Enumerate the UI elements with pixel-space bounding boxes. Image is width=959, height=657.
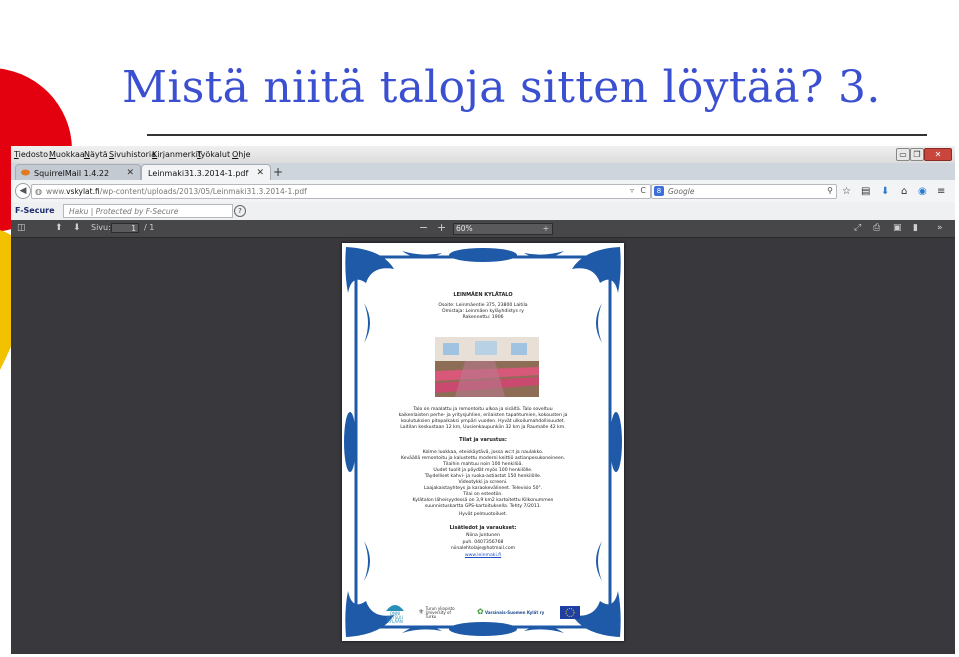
facilities-heading: Tilat ja varustus: (459, 437, 507, 443)
url-text: www.vskylat.fi/wp-content/uploads/2013/0… (46, 187, 307, 196)
contact-heading: Lisätiedot ja varaukset: (449, 525, 517, 531)
menu-history[interactable]: Sivuhistoria (109, 150, 156, 159)
bookmarks-list-icon[interactable]: ▤ (861, 186, 870, 197)
search-engine-label: Google (668, 187, 695, 196)
home-icon[interactable]: ⌂ (901, 186, 907, 197)
previous-page-icon[interactable]: ⬆ (55, 223, 63, 233)
help-icon[interactable]: ? (234, 205, 246, 217)
bookmark-star-icon[interactable]: ☆ (842, 186, 851, 197)
zoom-in-button[interactable]: + (437, 221, 446, 234)
doc-title: LEINMÄEN KYLÄTALO (453, 292, 513, 298)
facility-line: suunnistuskartta GPS-kartoituksella. Teh… (424, 504, 542, 509)
presentation-mode-icon[interactable]: ⤢ (854, 223, 861, 233)
download-icon[interactable]: ⬇ (881, 186, 889, 197)
bookmark-icon[interactable]: ▮ (913, 223, 918, 233)
menu-bookmarks[interactable]: Kirjanmerkit (152, 150, 201, 159)
globe-icon: ◍ (35, 187, 42, 196)
onni-logo-mark (386, 605, 404, 611)
skype-icon[interactable]: ◉ (918, 186, 927, 197)
hall-photo (435, 337, 539, 397)
pdf-page: LEINMÄEN KYLÄTALO Osoite: Leinmäentie 37… (342, 243, 624, 641)
browser-screenshot: Tiedosto Muokkaa Näytä Sivuhistoria Kirj… (11, 146, 955, 654)
navigation-bar: ◀ ◍ www.vskylat.fi/wp-content/uploads/20… (11, 180, 955, 203)
print-icon[interactable]: ⎙ (873, 223, 880, 233)
save-icon[interactable]: ▣ (893, 223, 902, 233)
zoom-value: 60% (456, 224, 473, 233)
close-tab-icon[interactable]: ✕ (256, 168, 264, 178)
tab-pdf[interactable]: Leinmaki31.3.2014-1.pdf ✕ (141, 164, 271, 181)
fsecure-search-input[interactable]: Haku | Protected by F-Secure (63, 204, 233, 218)
eu-flag-icon (560, 606, 580, 619)
tools-chevron-icon[interactable]: » (937, 223, 943, 233)
intro-line: Laitilan keskustaan 12 km, Uusienkaupunk… (400, 425, 566, 430)
zoom-out-button[interactable]: − (419, 221, 428, 234)
menu-bar: Tiedosto Muokkaa Näytä Sivuhistoria Kirj… (11, 146, 955, 163)
minimize-button[interactable]: ▭ (896, 148, 910, 161)
reload-icon[interactable]: C (640, 186, 646, 195)
new-tab-button[interactable]: + (273, 165, 283, 179)
tab-label: SquirrelMail 1.4.22 (34, 169, 110, 178)
fsecure-logo: F-Secure (15, 206, 55, 215)
menu-view[interactable]: Näytä (84, 150, 108, 159)
close-tab-icon[interactable]: ✕ (126, 168, 134, 178)
facility-line: Hyvät pelmuotoiluet. (458, 512, 508, 517)
menu-hamburger-icon[interactable]: ≡ (937, 186, 945, 197)
page-total: / 1 (144, 223, 155, 232)
website-link[interactable]: www.leinmaki.fi (342, 553, 624, 559)
restore-button[interactable]: ❐ (910, 148, 924, 161)
zoom-arrow-icon: ÷ (542, 224, 549, 233)
page-label: Sivu: (91, 223, 111, 232)
squirrel-icon (21, 169, 30, 176)
back-arrow-icon[interactable]: ◀ (15, 183, 31, 199)
title-underline (147, 134, 927, 136)
page-number-input[interactable]: 1 (111, 223, 139, 233)
menu-file[interactable]: Tiedosto (14, 150, 48, 159)
contact-line: Niina Juntunen (466, 533, 500, 538)
dropdown-arrow-icon[interactable]: ▿ (630, 186, 634, 195)
menu-help[interactable]: Ohje (232, 150, 251, 159)
tab-label: Leinmaki31.3.2014-1.pdf (148, 169, 249, 178)
fsecure-toolbar: F-Secure Haku | Protected by F-Secure ? (11, 202, 955, 221)
onni-logo: ONNI KUTSUU KYLÄÄN (382, 599, 408, 624)
contact-line: niinalehtolaje@hotmail.com (450, 546, 516, 551)
sidebar-toggle-icon[interactable]: ◫ (17, 223, 26, 233)
tab-squirrelmail[interactable]: SquirrelMail 1.4.22 ✕ (15, 164, 141, 181)
pdf-toolbar: ◫ ⬆ ⬇ Sivu: 1 / 1 − + 60% ÷ ⤢ ⎙ ▣ ▮ » (11, 220, 955, 238)
university-logo: ⚜ Turun yliopisto University of Turku (418, 606, 455, 619)
url-input[interactable]: ◍ www.vskylat.fi/wp-content/uploads/2013… (31, 184, 651, 199)
search-icon[interactable]: ⚲ (827, 186, 833, 195)
close-window-button[interactable]: ✕ (924, 148, 952, 161)
slide-title: Mistä niitä taloja sitten löytää? 3. (122, 62, 881, 113)
doc-built: Rakennettu: 1906 (462, 315, 504, 320)
search-input[interactable]: 8 Google ⚲ (651, 184, 837, 199)
next-page-icon[interactable]: ⬇ (73, 223, 81, 233)
menu-tools[interactable]: Työkalut (197, 150, 230, 159)
menu-edit[interactable]: Muokkaa (49, 150, 85, 159)
google-icon: 8 (654, 186, 664, 196)
villages-logo: ✿ Varsinais-Suomen Kylät ry (477, 607, 545, 616)
tab-bar: SquirrelMail 1.4.22 ✕ Leinmaki31.3.2014-… (11, 163, 955, 181)
zoom-select[interactable]: 60% ÷ (453, 223, 553, 235)
